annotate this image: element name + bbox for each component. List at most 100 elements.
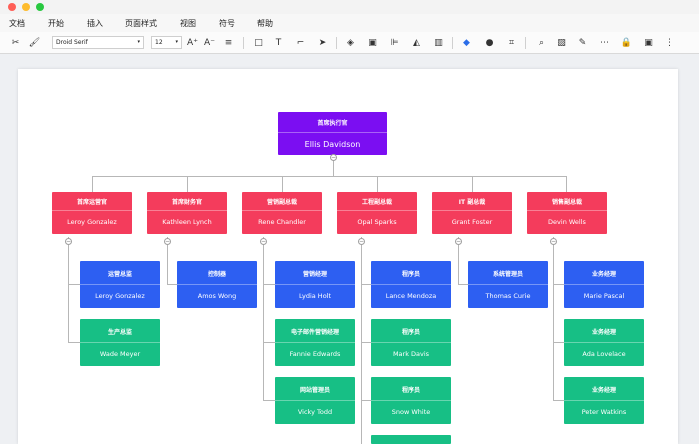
node-title: 程序员 bbox=[401, 387, 420, 394]
node-name: Kathleen Lynch bbox=[162, 218, 212, 226]
pointer-icon[interactable]: ➤ bbox=[316, 37, 329, 49]
decrease-font-icon[interactable]: A⁻ bbox=[203, 37, 216, 49]
menu-document[interactable]: 文档 bbox=[9, 18, 25, 29]
staff-node[interactable]: 网站管理员 Vicky Todd bbox=[275, 377, 355, 424]
node-title: 程序员 bbox=[401, 329, 420, 336]
text-icon[interactable]: T bbox=[272, 37, 285, 49]
connector-icon[interactable]: ⌐ bbox=[294, 37, 307, 49]
node-name: Leroy Gonzalez bbox=[95, 292, 145, 300]
node-title: 工程副总裁 bbox=[361, 199, 392, 206]
staff-node[interactable]: 电子邮件营销经理 Fannie Edwards bbox=[275, 319, 355, 366]
increase-font-icon[interactable]: A⁺ bbox=[186, 37, 199, 49]
font-family-select[interactable]: Droid Serif ▾ bbox=[52, 36, 144, 49]
align-icon[interactable]: ≡ bbox=[222, 37, 235, 49]
more-icon[interactable]: ⋮ bbox=[663, 37, 676, 49]
shape-style-icon[interactable]: ● bbox=[483, 37, 496, 49]
layers-icon[interactable]: ◈ bbox=[344, 37, 357, 49]
node-title: 程序员 bbox=[401, 271, 420, 278]
collapse-toggle[interactable]: − bbox=[550, 238, 557, 245]
font-size-select[interactable]: 12 ▾ bbox=[151, 36, 182, 49]
vp-node[interactable]: 首席财务官 Kathleen Lynch bbox=[147, 192, 227, 234]
collapse-toggle[interactable]: − bbox=[358, 238, 365, 245]
node-name: Thomas Curie bbox=[485, 292, 531, 300]
node-name: Leroy Gonzalez bbox=[67, 218, 117, 226]
node-name: Mark Davis bbox=[392, 350, 430, 358]
search-icon[interactable]: ⌕ bbox=[535, 37, 548, 49]
menu-page-style[interactable]: 页面样式 bbox=[125, 18, 157, 29]
staff-node[interactable]: 程序员 Snow White bbox=[371, 377, 451, 424]
node-title: 首席执行官 bbox=[317, 120, 348, 127]
node-title: 电子邮件营销经理 bbox=[290, 329, 339, 336]
node-title: 业务经理 bbox=[591, 387, 616, 394]
minimize-window-button[interactable] bbox=[22, 3, 30, 11]
flip-icon[interactable]: ◭ bbox=[410, 37, 423, 49]
node-name: Wade Meyer bbox=[99, 350, 141, 358]
close-window-button[interactable] bbox=[8, 3, 16, 11]
staff-node[interactable]: 业务经理 Ada Lovelace bbox=[564, 319, 644, 366]
image-icon[interactable]: ▨ bbox=[555, 37, 568, 49]
ceo-node[interactable]: 首席执行官 Ellis Davidson bbox=[278, 112, 387, 155]
staff-node-partial[interactable] bbox=[371, 435, 451, 444]
lock-icon[interactable]: 🔒 bbox=[620, 37, 633, 49]
crop-icon[interactable]: ⌗ bbox=[505, 37, 518, 49]
vp-node[interactable]: 首席运营官 Leroy Gonzalez bbox=[52, 192, 132, 234]
collapse-toggle[interactable]: − bbox=[330, 154, 337, 161]
vp-node[interactable]: 营销副总裁 Rene Chandler bbox=[242, 192, 322, 234]
fit-page-icon[interactable]: ▣ bbox=[642, 37, 655, 49]
node-title: IT 副总裁 bbox=[458, 199, 486, 206]
node-name: Ada Lovelace bbox=[582, 350, 626, 358]
align-left-icon[interactable]: ⊫ bbox=[388, 37, 401, 49]
node-name: Ellis Davidson bbox=[304, 140, 361, 149]
fill-color-icon[interactable]: ◆ bbox=[460, 37, 473, 49]
staff-node[interactable]: 运营总监 Leroy Gonzalez bbox=[80, 261, 160, 308]
staff-node[interactable]: 程序员 Mark Davis bbox=[371, 319, 451, 366]
pen-icon[interactable]: ✎ bbox=[576, 37, 589, 49]
staff-node[interactable]: 业务经理 Peter Watkins bbox=[564, 377, 644, 424]
menu-help[interactable]: 帮助 bbox=[257, 18, 273, 29]
node-name: Opal Sparks bbox=[357, 218, 397, 226]
node-name: Vicky Todd bbox=[297, 408, 333, 416]
maximize-window-button[interactable] bbox=[36, 3, 44, 11]
staff-node[interactable]: 系统管理员 Thomas Curie bbox=[468, 261, 548, 308]
staff-node[interactable]: 控制器 Amos Wong bbox=[177, 261, 257, 308]
staff-node[interactable]: 营销经理 Lydia Holt bbox=[275, 261, 355, 308]
node-name: Lydia Holt bbox=[298, 292, 332, 300]
node-name: Devin Wells bbox=[548, 218, 586, 226]
node-title: 生产总监 bbox=[107, 329, 132, 336]
collapse-toggle[interactable]: − bbox=[164, 238, 171, 245]
node-name: Marie Pascal bbox=[583, 292, 625, 300]
node-title: 业务经理 bbox=[591, 271, 616, 278]
cut-icon[interactable]: ✂ bbox=[9, 37, 22, 49]
vp-node[interactable]: 工程副总裁 Opal Sparks bbox=[337, 192, 417, 234]
toolbar: ✂ 🖌 Droid Serif ▾ 12 ▾ A⁺ A⁻ ≡ □ T ⌐ ➤ ◈ ▣… bbox=[0, 32, 699, 54]
menu-bar: 文档 开始 插入 页面样式 视图 符号 帮助 bbox=[0, 14, 699, 32]
node-title: 销售副总裁 bbox=[551, 199, 582, 206]
collapse-toggle[interactable]: − bbox=[455, 238, 462, 245]
vp-node[interactable]: 销售副总裁 Devin Wells bbox=[527, 192, 607, 234]
node-name: Grant Foster bbox=[451, 218, 493, 226]
title-bar bbox=[0, 0, 699, 14]
format-painter-icon[interactable]: 🖌 bbox=[28, 37, 41, 49]
node-title: 系统管理员 bbox=[492, 271, 523, 278]
menu-view[interactable]: 视图 bbox=[180, 18, 196, 29]
node-title: 网站管理员 bbox=[299, 387, 330, 394]
node-name: Lance Mendoza bbox=[385, 292, 437, 300]
menu-symbol[interactable]: 符号 bbox=[219, 18, 235, 29]
node-title: 业务经理 bbox=[591, 329, 616, 336]
staff-node[interactable]: 生产总监 Wade Meyer bbox=[80, 319, 160, 366]
rectangle-icon[interactable]: □ bbox=[252, 37, 265, 49]
collapse-toggle[interactable]: − bbox=[65, 238, 72, 245]
menu-insert[interactable]: 插入 bbox=[87, 18, 103, 29]
collapse-toggle[interactable]: − bbox=[260, 238, 267, 245]
line-style-icon[interactable]: ⋯ bbox=[598, 37, 611, 49]
staff-node[interactable]: 业务经理 Marie Pascal bbox=[564, 261, 644, 308]
node-title: 首席财务官 bbox=[171, 199, 202, 206]
vp-node[interactable]: IT 副总裁 Grant Foster bbox=[432, 192, 512, 234]
distribute-icon[interactable]: ▥ bbox=[432, 37, 445, 49]
node-name: Rene Chandler bbox=[258, 218, 306, 226]
node-name: Snow White bbox=[391, 408, 431, 416]
node-title: 控制器 bbox=[207, 271, 226, 278]
group-icon[interactable]: ▣ bbox=[366, 37, 379, 49]
menu-start[interactable]: 开始 bbox=[48, 18, 64, 29]
staff-node[interactable]: 程序员 Lance Mendoza bbox=[371, 261, 451, 308]
